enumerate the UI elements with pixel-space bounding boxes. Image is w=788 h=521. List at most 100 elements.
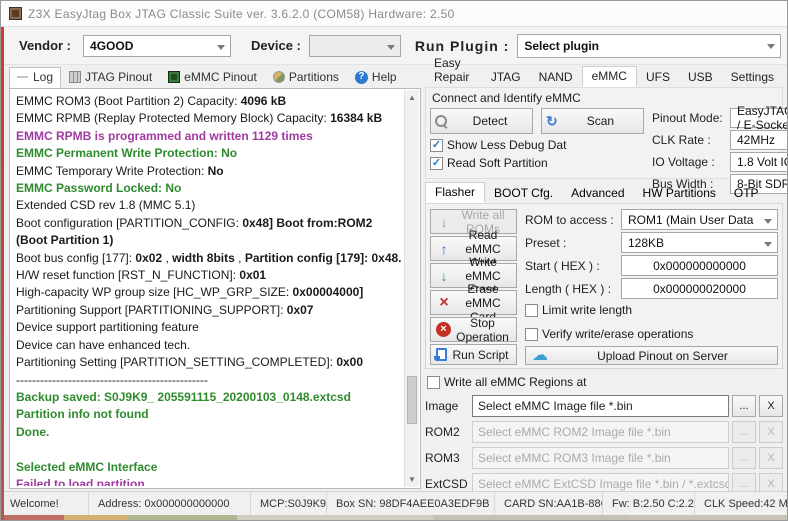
title-bar: Z3X EasyJtag Box JTAG Classic Suite ver.… (1, 1, 787, 27)
write-all-regions-checkbox[interactable]: Write all eMMC Regions at (427, 375, 783, 389)
limit-write-length-checkbox[interactable]: Limit write length (525, 303, 778, 317)
run-plugin-label: Run Plugin : (414, 37, 510, 54)
scroll-down-icon[interactable]: ▼ (405, 472, 419, 487)
clear-button[interactable]: X (759, 395, 783, 417)
status-item-2: MCP:S0J9K9 (251, 492, 327, 515)
verify-operations-label: Verify write/erase operations (542, 327, 694, 341)
device-select[interactable] (308, 34, 401, 57)
length-hex-input[interactable] (621, 278, 778, 299)
log-line: Extended CSD rev 1.8 (MMC 5.1) (16, 198, 196, 213)
log-line: Partition info not found (16, 407, 149, 422)
left-tab-emmc-pinout[interactable]: eMMC Pinout (161, 67, 265, 88)
detect-button[interactable]: Detect (430, 108, 533, 134)
scan-label: Scan (586, 114, 615, 128)
window-title: Z3X EasyJtag Box JTAG Classic Suite ver.… (28, 6, 455, 21)
upload-pinout-button[interactable]: ☁ Upload Pinout on Server (525, 346, 778, 365)
stop-operation-button[interactable]: × Stop Operation (430, 316, 517, 344)
checkbox-read-soft-partition[interactable]: ✓ Read Soft Partition (430, 156, 644, 170)
arrow-down-green-icon: ↓ (440, 267, 448, 284)
tab-easy-repair[interactable]: Easy Repair (425, 54, 482, 87)
dropdown-value: EasyJTAG2 / E-Socket (737, 104, 788, 132)
verify-operations-checkbox[interactable]: Verify write/erase operations (525, 327, 778, 341)
rom-access-select[interactable]: ROM1 (Main User Data (621, 209, 778, 230)
download-gray-icon: ↓ (440, 213, 448, 230)
tab-emmc[interactable]: eMMC (581, 66, 637, 87)
scroll-up-icon[interactable]: ▲ (405, 90, 419, 105)
write-all-regions-label: Write all eMMC Regions at (444, 375, 587, 389)
chevron-down-icon (764, 242, 772, 247)
file-input-image[interactable]: Select eMMC Image file *.bin (472, 395, 729, 417)
checkbox (427, 375, 440, 389)
rom-access-value: ROM1 (Main User Data (628, 212, 754, 227)
tab-hw-partitions[interactable]: HW Partitions (634, 184, 725, 203)
run-plugin-value: Select plugin (524, 38, 600, 53)
region-row-image: Image Select eMMC Image file *.bin... X (425, 395, 783, 417)
select-label: Pinout Mode: (652, 111, 723, 125)
log-scrollbar[interactable]: ▲ ▼ (404, 90, 419, 487)
tab-flasher[interactable]: Flasher (425, 182, 486, 203)
status-item-0: Welcome! (1, 492, 89, 515)
scrollbar-thumb[interactable] (407, 375, 417, 424)
start-hex-input[interactable] (621, 255, 778, 276)
status-bar: Welcome! Address: 0x000000000000 MCP:S0J9K… (1, 491, 787, 515)
tab-nand[interactable]: NAND (530, 68, 582, 87)
dropdown-clk-rate[interactable]: 42MHz (730, 130, 787, 150)
tab-settings[interactable]: Settings (722, 68, 783, 87)
run-plugin-select[interactable]: Select plugin (517, 33, 781, 58)
dropdown-value: 42MHz (737, 133, 776, 147)
tab-advanced[interactable]: Advanced (562, 184, 633, 203)
length-hex-label: Length ( HEX ) : (525, 281, 612, 296)
connect-title: Connect and Identify eMMC (432, 91, 581, 105)
status-item-3: Box SN: 98DF4AEE0A3EDF9B (327, 492, 495, 515)
vendor-select[interactable]: 4GOOD (83, 34, 232, 57)
tab-label: Log (33, 70, 54, 84)
left-tab-partitions[interactable]: Partitions (266, 67, 347, 88)
script-icon (434, 348, 447, 361)
log-line: Done. (16, 424, 50, 439)
device-label: Device : (251, 38, 301, 53)
left-tab-log[interactable]: — Log (9, 67, 62, 88)
log-area[interactable]: EMMC ROM3 (Boot Partition 2) Capacity: 4… (10, 91, 404, 486)
grid-icon (69, 71, 82, 83)
dropdown-value: 1.8 Volt IO (737, 155, 788, 169)
flasher-buttons: ↓Write all ROMs↑Read eMMC Card↓Write eMM… (430, 208, 517, 365)
run-script-button[interactable]: Run Script (430, 344, 517, 365)
search-icon (435, 114, 448, 128)
region-label: ROM3 (425, 451, 460, 465)
tab-otp[interactable]: OTP (725, 184, 768, 203)
button-label: Run Script (452, 347, 509, 362)
limit-write-length-label: Limit write length (542, 303, 633, 317)
rom-access-label: ROM to access : (525, 212, 614, 227)
dropdown-io-voltage[interactable]: 1.8 Volt IO (730, 152, 788, 172)
log-line: EMMC Permanent Write Protection: No (16, 146, 238, 161)
chevron-down-icon (767, 43, 775, 49)
browse-button[interactable]: ... (732, 395, 756, 417)
file-input-rom2: Select eMMC ROM2 Image file *.bin (472, 421, 729, 443)
status-item-4: CARD SN:AA1B-88C3 (495, 492, 603, 515)
flasher-tab-bar: Flasher BOOT Cfg. Advanced HW Partitions OTP (425, 182, 783, 203)
tab-usb[interactable]: USB (679, 68, 722, 87)
tab-jtag[interactable]: JTAG (482, 68, 530, 87)
flasher-group: Flasher BOOT Cfg. Advanced HW Partitions OTP… (425, 182, 783, 369)
tab-boot-cfg[interactable]: BOOT Cfg. (485, 184, 562, 203)
erase-emmc-card-button[interactable]: ×Erase eMMC Card (430, 282, 517, 324)
log-panel: — Log JTAG Pinout eMMC Pinout Partitions? Hel… (9, 67, 421, 489)
checkbox-label: Read Soft Partition (447, 156, 548, 170)
dropdown-pinout-mode[interactable]: EasyJTAG2 / E-Socket (730, 104, 787, 132)
clear-button: X (759, 447, 783, 469)
region-label: Image (425, 399, 459, 413)
pie-icon (272, 71, 285, 83)
left-tab-help[interactable]: ? Help (348, 67, 405, 88)
log-line: Selected eMMC Interface (16, 459, 158, 474)
tab-label: eMMC Pinout (184, 70, 257, 84)
left-tab-jtag-pinout[interactable]: JTAG Pinout (62, 67, 160, 88)
tab-label: JTAG Pinout (85, 70, 153, 84)
regions-group: Write all eMMC Regions at Image Select eM… (425, 375, 783, 495)
region-row-rom3: ROM3 Select eMMC ROM3 Image file *.bin...… (425, 447, 783, 469)
tab-ufs[interactable]: UFS (637, 68, 679, 87)
chevron-down-icon (764, 219, 772, 224)
checkbox-show-less-debug-dat[interactable]: ✓ Show Less Debug Dat (430, 138, 644, 152)
scan-button[interactable]: ↻ Scan (541, 108, 644, 134)
start-hex-label: Start ( HEX ) : (525, 258, 600, 273)
preset-select[interactable]: 128KB (621, 232, 778, 253)
